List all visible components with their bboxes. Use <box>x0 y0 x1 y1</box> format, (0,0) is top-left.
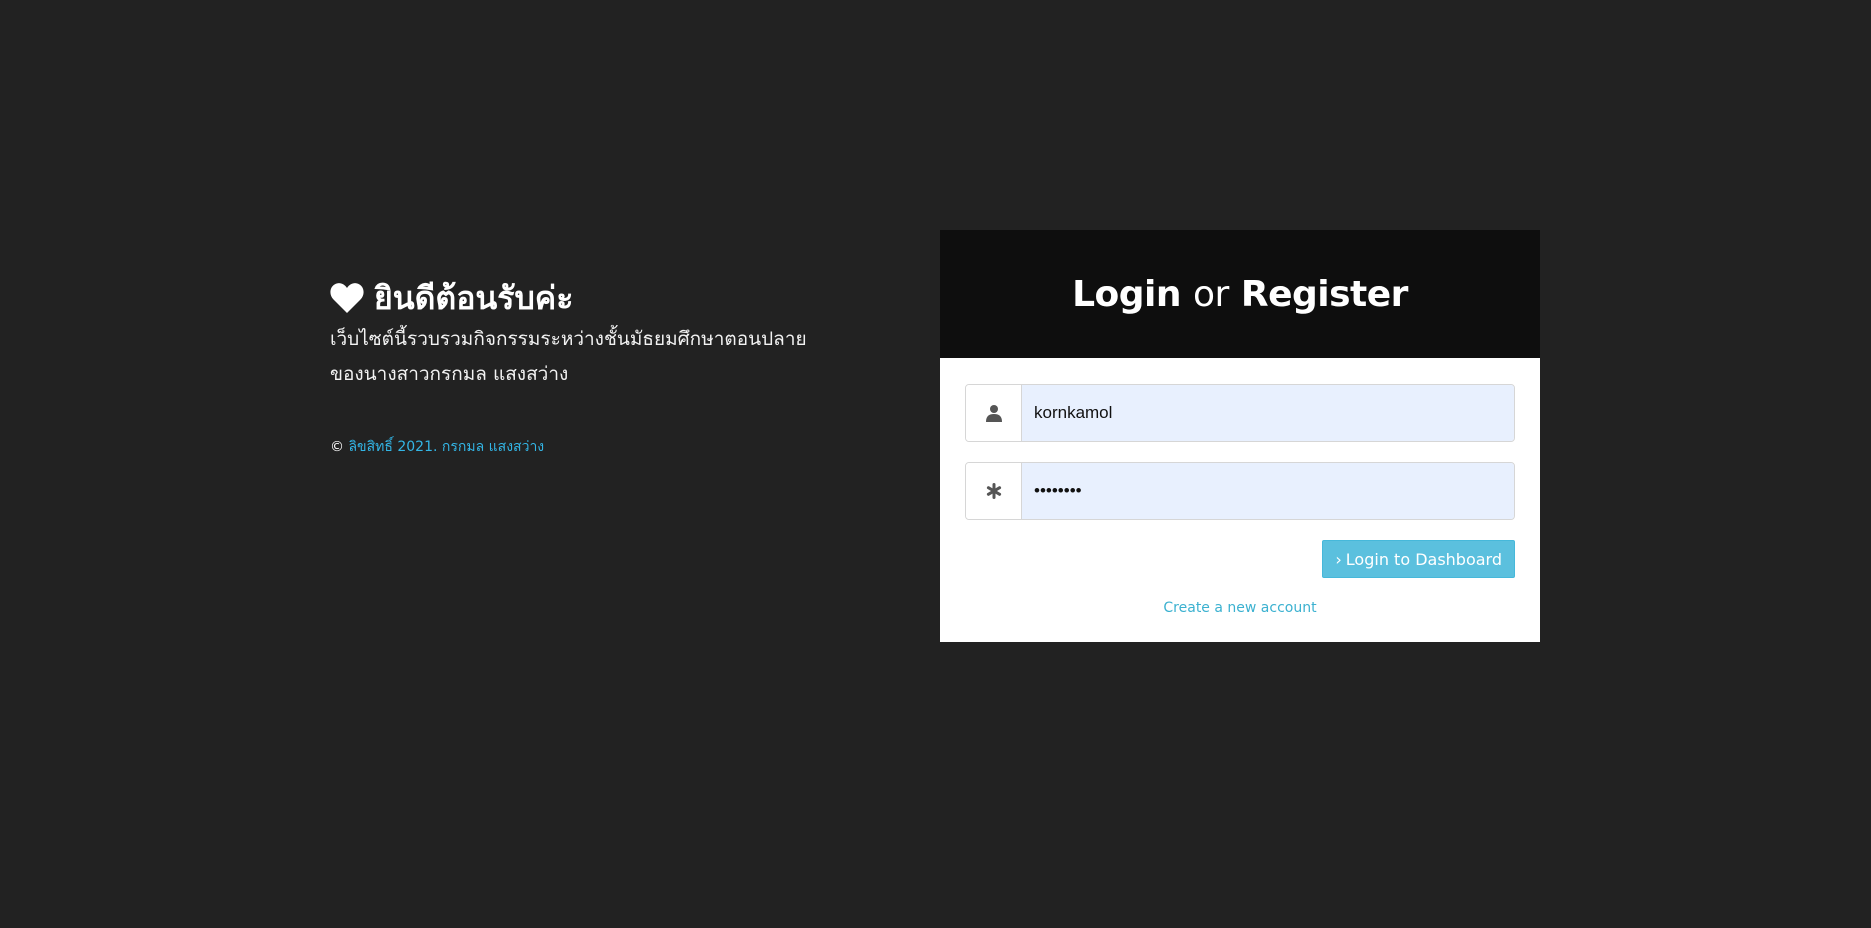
heart-icon <box>330 283 364 313</box>
username-addon <box>966 385 1022 441</box>
username-input[interactable] <box>1022 385 1514 441</box>
welcome-description: เว็บไซต์นี้รวบรวมกิจกรรมระหว่างชั้นมัธยม… <box>330 322 850 392</box>
password-addon <box>966 463 1022 519</box>
welcome-description-line-2: ของนางสาวกรกมล แสงสว่าง <box>330 363 569 385</box>
header-or-text: or <box>1193 273 1229 315</box>
password-group <box>965 462 1515 520</box>
copyright-symbol: © <box>330 439 344 455</box>
copyright: © ลิขสิทธิ์ 2021. กรกมล แสงสว่าง <box>330 436 850 458</box>
welcome-heading: ยินดีต้อนรับค่ะ <box>330 278 850 318</box>
copyright-link[interactable]: ลิขสิทธิ์ 2021. กรกมล แสงสว่าง <box>348 439 544 455</box>
login-to-dashboard-button[interactable]: › Login to Dashboard <box>1322 540 1515 578</box>
chevron-right-icon: › <box>1335 549 1342 569</box>
password-input[interactable] <box>1022 463 1514 519</box>
submit-row: › Login to Dashboard <box>965 540 1515 578</box>
user-icon <box>985 405 1002 422</box>
welcome-description-line-1: เว็บไซต์นี้รวบรวมกิจกรรมระหว่างชั้นมัธยม… <box>330 328 807 350</box>
asterisk-icon <box>986 483 1001 499</box>
login-form: › Login to Dashboard Create a new accoun… <box>940 358 1540 616</box>
username-group <box>965 384 1515 442</box>
login-button-label: Login to Dashboard <box>1345 549 1502 569</box>
create-account-link[interactable]: Create a new account <box>965 600 1515 616</box>
header-register-text: Register <box>1240 273 1409 315</box>
welcome-section: ยินดีต้อนรับค่ะ เว็บไซต์นี้รวบรวมกิจกรรม… <box>330 278 850 458</box>
login-header: Login or Register <box>940 230 1540 358</box>
header-login-text: Login <box>1072 273 1182 315</box>
welcome-title: ยินดีต้อนรับค่ะ <box>374 279 574 317</box>
login-panel: Login or Register kornkamol •••••••• › L… <box>940 230 1540 642</box>
